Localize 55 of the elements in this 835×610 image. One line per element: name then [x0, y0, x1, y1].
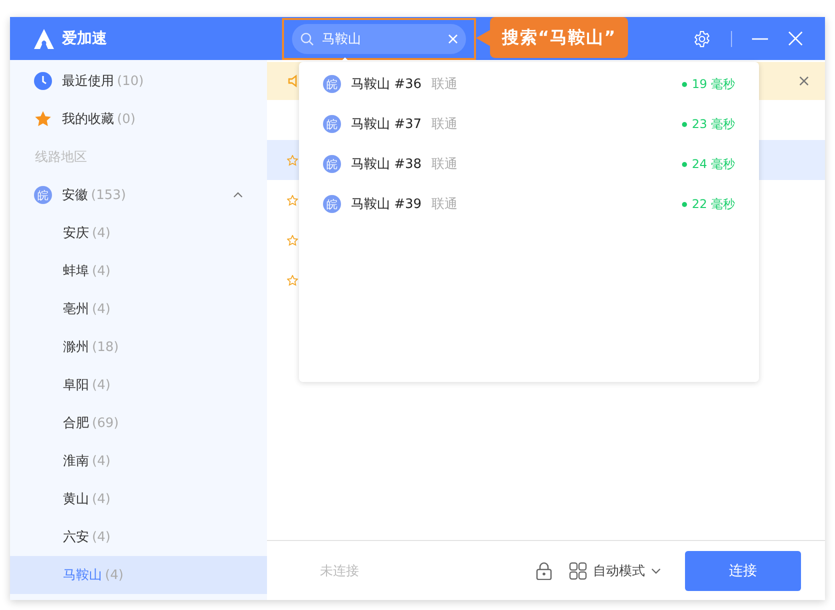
server-name: 马鞍山 #38	[351, 156, 422, 173]
logo-icon	[32, 28, 56, 50]
star-icon	[287, 194, 298, 206]
star-icon	[287, 274, 298, 286]
server-name: 马鞍山 #36	[351, 76, 422, 93]
star-icon	[287, 154, 298, 166]
app-name: 爱加速	[62, 29, 107, 48]
latency-label: 22 毫秒	[682, 196, 735, 212]
sidebar-item[interactable]: 我的收藏 (0)	[10, 100, 267, 138]
star-icon	[34, 110, 52, 128]
region-badge: 皖	[323, 75, 341, 93]
star-icon	[287, 234, 298, 246]
clock-icon	[34, 72, 52, 90]
city-item[interactable]: 黄山 (4)	[10, 480, 267, 518]
isp-label: 联通	[432, 156, 458, 173]
region-badge: 皖	[34, 186, 52, 204]
grid-icon	[569, 562, 587, 580]
isp-label: 联通	[432, 196, 458, 213]
search-result-item[interactable]: 皖 马鞍山 #36 联通 19 毫秒	[299, 64, 759, 104]
city-item[interactable]: 合肥 (69)	[10, 404, 267, 442]
city-item[interactable]: 蚌埠 (4)	[10, 252, 267, 290]
region-item[interactable]: 皖 安徽 (153)	[10, 176, 267, 214]
close-button[interactable]	[799, 76, 809, 86]
clear-button[interactable]	[448, 34, 458, 44]
city-item[interactable]: 滁州 (18)	[10, 328, 267, 366]
city-item[interactable]: 淮南 (4)	[10, 442, 267, 480]
mode-dropdown[interactable]: 自动模式	[563, 560, 667, 580]
region-badge: 皖	[323, 195, 341, 213]
section-title: 线路地区	[34, 149, 88, 167]
sidebar-item[interactable]: 最近使用 (10)	[10, 62, 267, 100]
search-result-item[interactable]: 皖 马鞍山 #39 联通 22 毫秒	[299, 184, 759, 224]
chevron-up-icon	[233, 192, 243, 198]
chevron-down-icon	[651, 568, 661, 574]
latency-label: 23 毫秒	[682, 116, 735, 132]
server-name: 马鞍山 #37	[351, 116, 422, 133]
city-item[interactable]: 六安 (4)	[10, 518, 267, 556]
latency-label: 24 毫秒	[682, 156, 735, 172]
region-badge: 皖	[323, 155, 341, 173]
connect-button[interactable]: 连接	[685, 550, 801, 590]
server-name: 马鞍山 #39	[351, 196, 422, 213]
connection-status: 未连接	[320, 562, 359, 580]
settings-button[interactable]	[693, 30, 711, 48]
minimize-button[interactable]	[752, 38, 768, 40]
city-item[interactable]: 阜阳 (4)	[10, 366, 267, 404]
search-result-item[interactable]: 皖 马鞍山 #37 联通 23 毫秒	[299, 104, 759, 144]
isp-label: 联通	[432, 116, 458, 133]
city-item[interactable]: 亳州 (4)	[10, 290, 267, 328]
lock-icon	[535, 562, 553, 580]
isp-label: 联通	[432, 76, 458, 93]
latency-label: 19 毫秒	[682, 76, 735, 92]
search-icon	[300, 32, 314, 46]
search-result-item[interactable]: 皖 马鞍山 #38 联通 24 毫秒	[299, 144, 759, 184]
callout-label: 搜索“马鞍山”	[490, 17, 628, 58]
city-item[interactable]: 安庆 (4)	[10, 214, 267, 252]
region-badge: 皖	[323, 115, 341, 133]
